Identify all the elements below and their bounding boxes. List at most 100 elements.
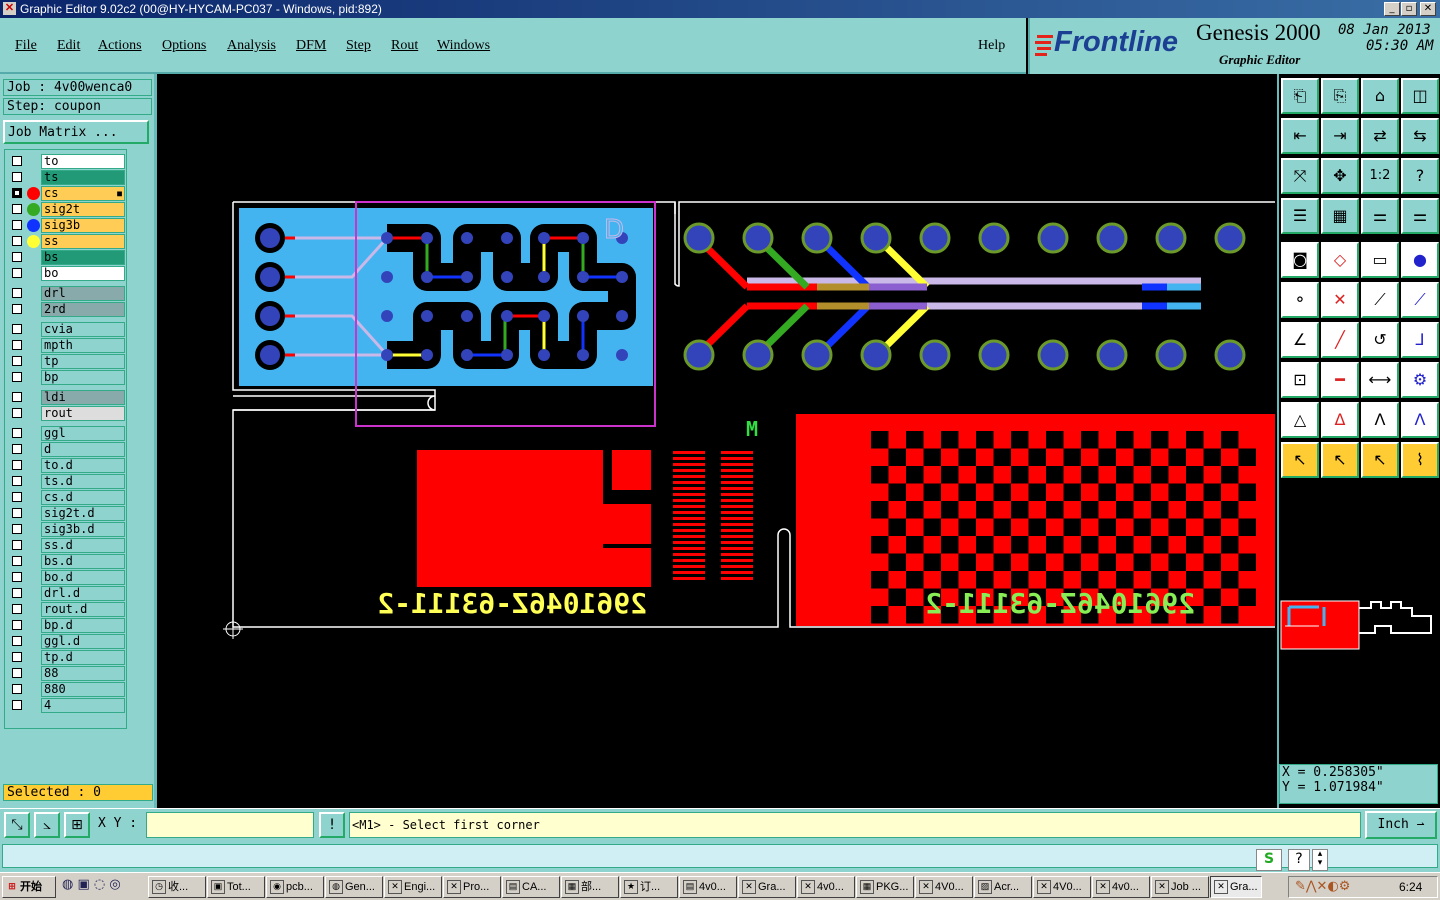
layer-name[interactable]: rout.d <box>41 602 125 617</box>
layer-name[interactable]: bo <box>41 266 125 281</box>
menu-step[interactable]: Step <box>346 38 371 54</box>
layer-checkbox[interactable] <box>12 428 22 438</box>
taskbar-item[interactable]: ▨ Acr... <box>974 876 1032 898</box>
layer-row-ts-d[interactable]: ts.d <box>7 474 127 489</box>
taskbar-item[interactable]: ◉ pcb... <box>266 876 324 898</box>
layer-checkbox[interactable] <box>12 620 22 630</box>
pcb-drawing[interactable]: D M 2961046Z-63111-2 2961046Z-63111-2 <box>157 74 1277 808</box>
layer-checkbox[interactable] <box>12 572 22 582</box>
layer-name[interactable]: bs.d <box>41 554 125 569</box>
menu-analysis[interactable]: Analysis <box>227 38 276 54</box>
layer-name[interactable]: ggl.d <box>41 634 125 649</box>
layer-row-bo-d[interactable]: bo.d <box>7 570 127 585</box>
layer-name[interactable]: ts <box>41 170 125 185</box>
layer-name[interactable]: sig3b.d <box>41 522 125 537</box>
overview-window[interactable] <box>1279 486 1438 762</box>
taskbar-item[interactable]: ✕ Engi... <box>384 876 442 898</box>
xy-input[interactable] <box>146 812 314 838</box>
layer-checkbox[interactable] <box>12 540 22 550</box>
snap-tool-4-icon[interactable]: ⟋ <box>1401 282 1439 318</box>
taskbar-item[interactable]: ✕ Gra... <box>1210 876 1262 898</box>
draw-tool-3-icon[interactable]: ↺ <box>1361 322 1399 358</box>
layer-name[interactable]: mpth <box>41 338 125 353</box>
layer-checkbox[interactable] <box>12 172 22 182</box>
layer-name[interactable]: ldi <box>41 390 125 405</box>
layer-checkbox[interactable] <box>12 668 22 678</box>
menu-help[interactable]: Help <box>978 38 1005 54</box>
layer-row-rout-d[interactable]: rout.d <box>7 602 127 617</box>
display-tool-4-icon[interactable]: ⚌ <box>1401 198 1439 234</box>
layer-checkbox[interactable] <box>12 340 22 350</box>
menu-rout[interactable]: Rout <box>391 38 418 54</box>
snap-icon[interactable]: ⦣ <box>34 812 60 838</box>
shape-tool-2-icon[interactable]: ◇ <box>1321 242 1359 278</box>
menu-windows[interactable]: Windows <box>437 38 490 54</box>
layer-row-sig2t[interactable]: sig2t <box>7 202 127 217</box>
layer-row-ts[interactable]: ts <box>7 170 127 185</box>
pan-tool-1-icon[interactable]: ⇤ <box>1281 118 1319 154</box>
layer-checkbox[interactable] <box>12 204 22 214</box>
minimize-button[interactable]: _ <box>1384 2 1400 16</box>
display-tool-2-icon[interactable]: ▦ <box>1321 198 1359 234</box>
layer-row-bs-d[interactable]: bs.d <box>7 554 127 569</box>
taskbar-item[interactable]: ▦ PKG... <box>856 876 914 898</box>
layer-row-cvia[interactable]: cvia <box>7 322 127 337</box>
layer-checkbox[interactable] <box>12 460 22 470</box>
sync-icon[interactable]: S <box>1256 849 1282 871</box>
page-tool-1-icon[interactable]: ⎗ <box>1281 78 1319 114</box>
job-matrix-button[interactable]: Job Matrix ... <box>3 120 149 144</box>
layer-row-bp[interactable]: bp <box>7 370 127 385</box>
layer-checkbox[interactable] <box>12 684 22 694</box>
help-icon[interactable]: ? <box>1288 849 1310 871</box>
layer-checkbox[interactable] <box>12 252 22 262</box>
menu-dfm[interactable]: DFM <box>296 38 326 54</box>
layer-name[interactable]: sig2t.d <box>41 506 125 521</box>
page-tool-4-icon[interactable]: ◫ <box>1401 78 1439 114</box>
feature-tool-4-icon[interactable]: Ʌ <box>1401 402 1439 438</box>
zoom-tool-4-icon[interactable]: ? <box>1401 158 1439 194</box>
layer-name[interactable]: 880 <box>41 682 125 697</box>
feature-tool-2-icon[interactable]: Δ <box>1321 402 1359 438</box>
layer-checkbox[interactable] <box>12 556 22 566</box>
layer-name[interactable]: bp.d <box>41 618 125 633</box>
layer-row-rout[interactable]: rout <box>7 406 127 421</box>
layer-row-to-d[interactable]: to.d <box>7 458 127 473</box>
layer-name[interactable]: sig2t <box>41 202 125 217</box>
warning-icon[interactable]: ! <box>319 812 345 838</box>
zoom-tool-1-icon[interactable]: ⤧ <box>1281 158 1319 194</box>
layer-checkbox[interactable] <box>12 324 22 334</box>
display-tool-1-icon[interactable]: ☰ <box>1281 198 1319 234</box>
display-tool-3-icon[interactable]: ⚌ <box>1361 198 1399 234</box>
resize-icon[interactable]: ⤡ <box>4 812 30 838</box>
taskbar-item[interactable]: ◍ Gen... <box>325 876 383 898</box>
draw-tool-1-icon[interactable]: ∠ <box>1281 322 1319 358</box>
layer-name[interactable]: tp <box>41 354 125 369</box>
layer-checkbox[interactable] <box>12 372 22 382</box>
layer-name[interactable]: 4 <box>41 698 125 713</box>
layer-row-sig3b-d[interactable]: sig3b.d <box>7 522 127 537</box>
layer-checkbox[interactable] <box>12 220 22 230</box>
layer-name[interactable]: cvia <box>41 322 125 337</box>
layer-name[interactable]: to <box>41 154 125 169</box>
page-tool-3-icon[interactable]: ⌂ <box>1361 78 1399 114</box>
layer-checkbox[interactable] <box>12 652 22 662</box>
taskbar-item[interactable]: ▣ Tot... <box>207 876 265 898</box>
layer-row-ss[interactable]: ss <box>7 234 127 249</box>
layer-name[interactable]: ss.d <box>41 538 125 553</box>
layer-name[interactable]: drl.d <box>41 586 125 601</box>
layer-row-bp-d[interactable]: bp.d <box>7 618 127 633</box>
layer-row-bo[interactable]: bo <box>7 266 127 281</box>
layer-name[interactable]: ts.d <box>41 474 125 489</box>
layer-name[interactable]: bs <box>41 250 125 265</box>
snap-tool-2-icon[interactable]: ✕ <box>1321 282 1359 318</box>
layer-row-ggl[interactable]: ggl <box>7 426 127 441</box>
pan-tool-3-icon[interactable]: ⇄ <box>1361 118 1399 154</box>
layer-row-sig2t-d[interactable]: sig2t.d <box>7 506 127 521</box>
close-button[interactable]: ✕ <box>1420 2 1436 16</box>
pan-tool-4-icon[interactable]: ⇆ <box>1401 118 1439 154</box>
layer-checkbox[interactable] <box>12 524 22 534</box>
layer-checkbox[interactable] <box>12 508 22 518</box>
layer-name[interactable]: sig3b <box>41 218 125 233</box>
layer-checkbox[interactable] <box>12 636 22 646</box>
feature-tool-1-icon[interactable]: △ <box>1281 402 1319 438</box>
